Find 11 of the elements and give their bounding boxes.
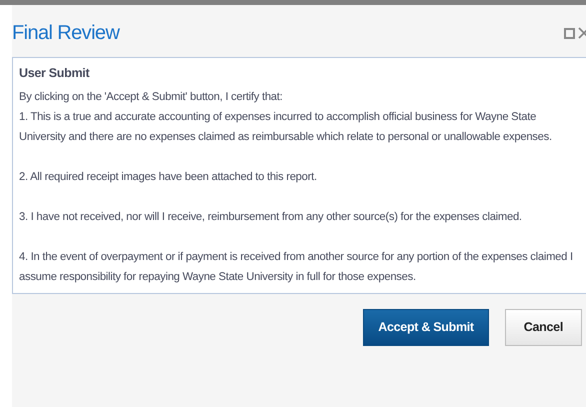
accept-submit-button[interactable]: Accept & Submit bbox=[363, 309, 489, 346]
dialog-title: Final Review bbox=[12, 23, 120, 43]
cancel-button[interactable]: Cancel bbox=[504, 309, 582, 346]
certification-text: 3. I have not received, nor will I receive, reimbursement from any other source(s) for the expenses claimed. bbox=[19, 210, 523, 225]
certification-text: 2. All required receipt images have been attached to this report. bbox=[19, 170, 318, 185]
maximize-icon[interactable] bbox=[564, 28, 575, 38]
section-heading: User Submit bbox=[19, 66, 90, 81]
certification-text: 1. This is a true and accurate accounting of expenses incurred to accomplish official business for Wayne State University and there are no expenses claimed as reimbursable which relate to personal or unallowable expenses. bbox=[19, 110, 553, 145]
close-icon[interactable] bbox=[578, 27, 586, 39]
certification-text: By clicking on the 'Accept & Submit' button, I certify that: bbox=[19, 90, 284, 105]
certification-text: 4. In the event of overpayment or if payment is received from another source for any portion of the expenses claimed I assume responsibility for repaying Wayne State University in full for those expenses. bbox=[19, 250, 574, 285]
